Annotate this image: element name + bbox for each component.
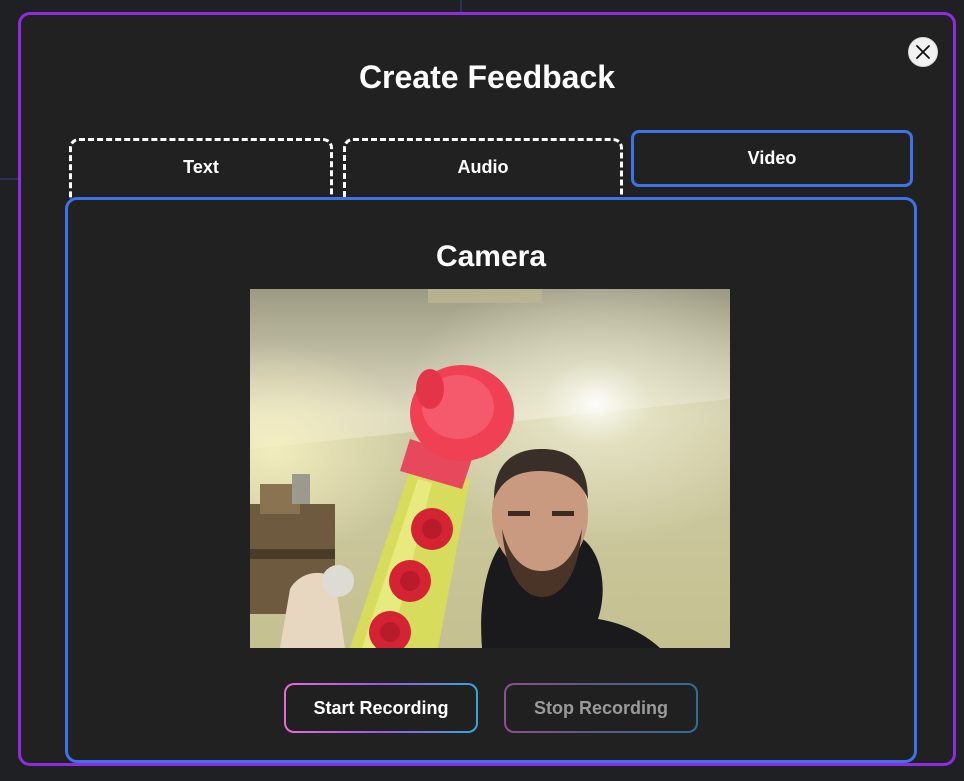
start-recording-label: Start Recording xyxy=(286,685,476,731)
start-recording-button[interactable]: Start Recording xyxy=(284,683,478,733)
video-panel: Camera Start Recording Stop Recording xyxy=(65,197,917,763)
camera-image xyxy=(250,289,730,648)
tab-video[interactable]: Video xyxy=(631,130,913,187)
backdrop-divider xyxy=(0,178,20,180)
modal-title: Create Feedback xyxy=(358,59,616,95)
backdrop-divider xyxy=(460,0,462,12)
create-feedback-modal: Create Feedback Text Audio Video Camera xyxy=(18,12,956,766)
panel-title: Camera xyxy=(435,240,547,273)
camera-preview xyxy=(250,289,730,648)
stop-recording-button[interactable]: Stop Recording xyxy=(504,683,698,733)
stop-recording-label: Stop Recording xyxy=(506,685,696,731)
tab-text[interactable]: Text xyxy=(69,138,333,202)
tab-audio[interactable]: Audio xyxy=(343,138,623,202)
